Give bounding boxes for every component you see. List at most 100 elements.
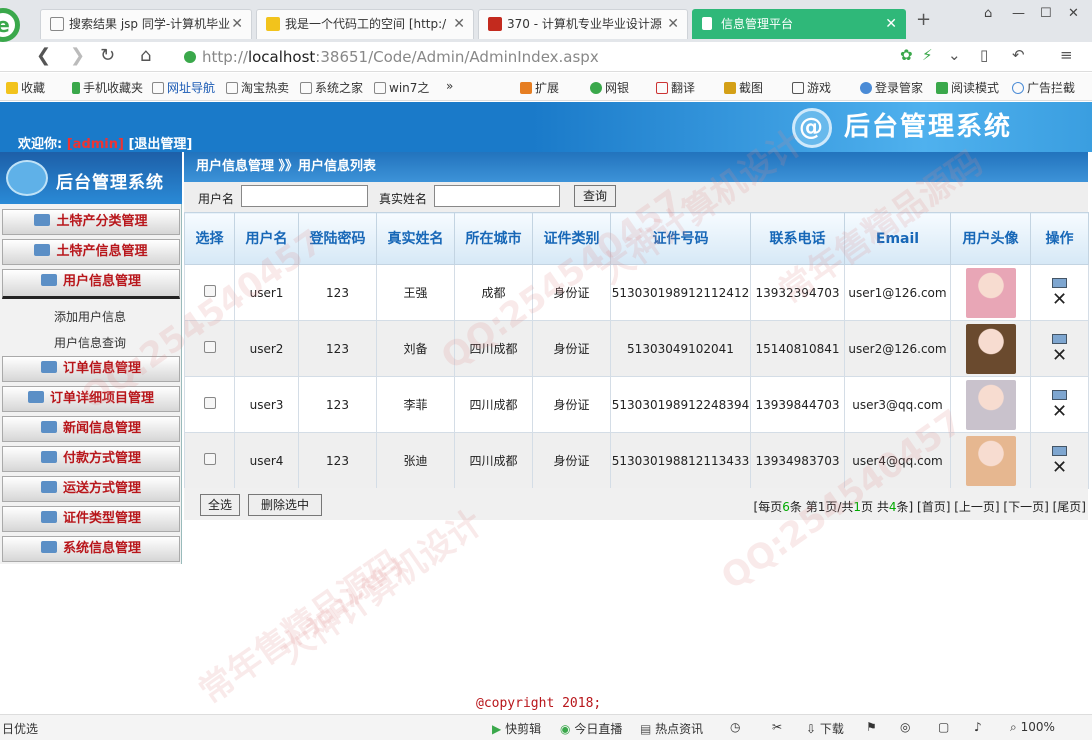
row-checkbox[interactable] — [203, 284, 216, 297]
column-header: 证件号码 — [610, 212, 751, 265]
clock-icon[interactable]: ◷ — [730, 720, 740, 734]
email-cell: user3@qq.com — [844, 376, 951, 433]
lightning-icon[interactable]: ⚡ — [922, 46, 933, 64]
extension-item[interactable]: 扩展 — [520, 79, 559, 96]
favorite-item[interactable]: 网址导航 — [152, 79, 215, 96]
browser-tab-3[interactable]: 370 - 计算机专业毕业设计源 ✕ — [478, 9, 688, 39]
browser-icon[interactable]: ◎ — [900, 720, 910, 734]
select-all-button[interactable]: 全选 — [200, 494, 240, 516]
status-item[interactable]: ▶ 快剪辑 — [492, 720, 541, 737]
video-icon: ▶ — [492, 722, 502, 736]
realname-input[interactable] — [434, 185, 560, 207]
browser-tab-2[interactable]: 我是一个代码工的空间 [http:/ ✕ — [256, 9, 474, 39]
download-icon: ⇩ — [806, 722, 817, 736]
sidebar-item-users[interactable]: 用户信息管理 — [2, 269, 180, 299]
sidebar-item-category[interactable]: 土特产分类管理 — [2, 209, 180, 235]
minimize-icon[interactable]: — — [1012, 6, 1025, 21]
sidebar-item-system[interactable]: 系统信息管理 — [2, 536, 180, 562]
phone-icon[interactable]: ▯ — [980, 46, 988, 64]
close-icon[interactable]: ✕ — [667, 10, 679, 38]
copyright: @copyright 2018; — [476, 696, 602, 711]
delete-icon[interactable]: ✕ — [1052, 401, 1067, 422]
next-page-link[interactable]: [下一页] — [1003, 500, 1048, 514]
column-header: Email — [844, 212, 951, 265]
delete-icon[interactable]: ✕ — [1052, 345, 1067, 366]
window-icon[interactable]: ▢ — [938, 720, 949, 734]
extension-item[interactable]: 网银 — [590, 79, 629, 96]
zoom-control[interactable]: ⌕ 100% — [1010, 720, 1055, 735]
favorite-item[interactable]: 手机收藏夹 — [72, 79, 143, 96]
tab-label: 信息管理平台 — [721, 17, 794, 31]
close-icon[interactable]: ✕ — [453, 10, 465, 38]
ops-cell: ✕ — [1030, 376, 1089, 433]
status-item[interactable]: ▤ 热点资讯 — [640, 720, 703, 737]
edit-icon[interactable] — [1052, 277, 1067, 288]
browser-tab-active[interactable]: 信息管理平台 ✕ — [692, 9, 906, 39]
status-left[interactable]: 日优选 — [2, 720, 38, 737]
extension-item[interactable]: 阅读模式 — [936, 79, 999, 96]
favorite-item[interactable]: 淘宝热卖 — [226, 79, 289, 96]
delete-icon[interactable]: ✕ — [1052, 289, 1067, 310]
status-item[interactable]: ◉ 今日直播 — [560, 720, 622, 737]
edit-icon[interactable] — [1052, 445, 1067, 456]
volume-icon[interactable]: ♪ — [974, 720, 982, 734]
menu-icon[interactable]: ≡ — [1060, 46, 1073, 64]
logout-link[interactable]: [退出管理] — [128, 137, 192, 152]
scissors-icon[interactable]: ✂ — [772, 720, 782, 734]
sidebar-item-payment[interactable]: 付款方式管理 — [2, 446, 180, 472]
window-close-icon[interactable]: ✕ — [1068, 6, 1079, 21]
row-checkbox[interactable] — [203, 340, 216, 353]
url-field[interactable]: http://localhost:38651/Code/Admin/AdminI… — [184, 46, 964, 68]
extension-item[interactable]: 广告拦截 — [1012, 79, 1075, 96]
extension-item[interactable]: 翻译 — [656, 79, 695, 96]
skin-icon[interactable]: ⌂ — [984, 6, 992, 21]
url-path: :38651/Code/Admin/AdminIndex.aspx — [315, 48, 599, 66]
sidebar-item-id-types[interactable]: 证件类型管理 — [2, 506, 180, 532]
row-checkbox[interactable] — [203, 452, 216, 465]
back-icon[interactable]: ❮ — [36, 45, 51, 66]
menu-icon — [40, 274, 57, 286]
flag-icon[interactable]: ⚑ — [866, 720, 877, 734]
forward-icon[interactable]: ❯ — [70, 45, 85, 66]
extension-item[interactable]: 登录管家 — [860, 79, 923, 96]
last-page-link[interactable]: [尾页] — [1053, 500, 1086, 514]
sidebar-item-orders[interactable]: 订单信息管理 — [2, 356, 180, 382]
browser-logo-icon: e — [0, 8, 20, 42]
maximize-icon[interactable]: ☐ — [1040, 6, 1052, 21]
prev-page-link[interactable]: [上一页] — [954, 500, 999, 514]
delete-selected-button[interactable]: 删除选中 — [248, 494, 322, 516]
sidebar-item-news[interactable]: 新闻信息管理 — [2, 416, 180, 442]
extension-item[interactable]: 游戏 — [792, 79, 831, 96]
dropdown-icon[interactable]: ⌄ — [948, 46, 961, 64]
row-checkbox[interactable] — [203, 396, 216, 409]
edit-icon[interactable] — [1052, 389, 1067, 400]
favorite-item[interactable]: 系统之家 — [300, 79, 363, 96]
sidebar-subitem-query-user[interactable]: 用户信息查询 — [54, 334, 126, 351]
sidebar-subitem-add-user[interactable]: 添加用户信息 — [54, 308, 126, 325]
city-cell: 四川成都 — [454, 432, 533, 489]
page-icon — [226, 82, 238, 94]
refresh-icon[interactable]: ↻ — [100, 45, 115, 66]
sidebar-item-shipping[interactable]: 运送方式管理 — [2, 476, 180, 502]
favorite-item[interactable]: win7之 — [374, 79, 429, 96]
edit-icon[interactable] — [1052, 333, 1067, 344]
browser-tab-1[interactable]: 搜索结果 jsp 同学-计算机毕业 ✕ — [40, 9, 252, 39]
first-page-link[interactable]: [首页] — [917, 500, 950, 514]
extension-item[interactable]: 截图 — [724, 79, 763, 96]
username-input[interactable] — [241, 185, 368, 207]
new-tab-icon[interactable]: + — [916, 9, 931, 30]
sidebar-item-order-details[interactable]: 订单详细项目管理 — [2, 386, 180, 412]
delete-icon[interactable]: ✕ — [1052, 457, 1067, 478]
close-icon[interactable]: ✕ — [231, 10, 243, 38]
home-icon[interactable]: ⌂ — [140, 45, 151, 66]
octopus-logo-icon — [6, 160, 48, 196]
favorite-item[interactable]: 收藏 — [6, 79, 45, 96]
speed-icon[interactable]: ✿ — [900, 46, 913, 64]
sidebar-item-products[interactable]: 土特产信息管理 — [2, 239, 180, 265]
undo-icon[interactable]: ↶ — [1012, 46, 1025, 64]
more-favorites-icon[interactable]: » — [446, 79, 453, 93]
status-item[interactable]: ⇩ 下载 — [806, 720, 844, 737]
close-icon[interactable]: ✕ — [885, 10, 897, 38]
document-icon — [702, 17, 712, 30]
query-button[interactable]: 查询 — [574, 185, 616, 207]
